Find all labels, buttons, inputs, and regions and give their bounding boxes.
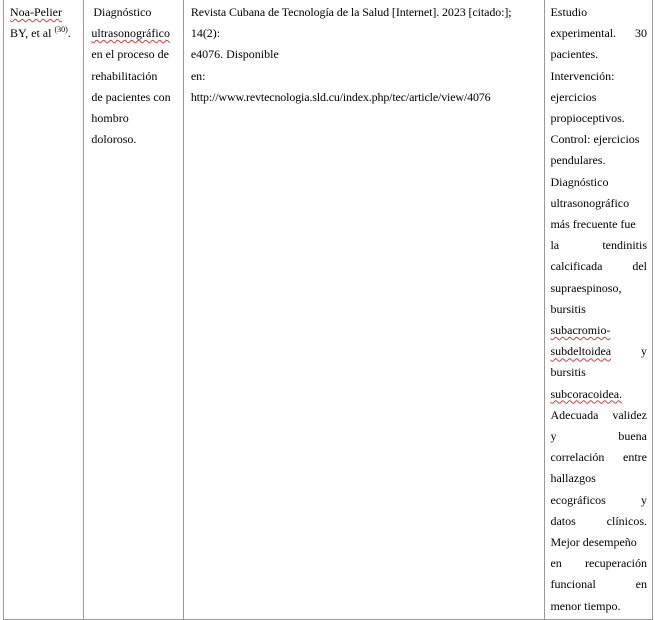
citation-cell: Revista Cubana de Tecnología de la Salud…	[182, 0, 546, 620]
summary-line: pendulares.	[550, 153, 606, 168]
title-line: ultrasonográfico	[91, 26, 170, 41]
summary-line: pacientes.	[550, 47, 599, 62]
title-line: de pacientes con	[91, 89, 171, 104]
citation-line: e4076. Disponible	[190, 47, 279, 62]
summary-line: experimental. 30	[550, 26, 647, 41]
author-name-part1: Noa-Pelier	[10, 5, 62, 19]
summary-line: propioceptivos.	[550, 111, 625, 126]
table-row: Noa-Pelier BY, et al (30). Diagnóstico u…	[2, 0, 653, 620]
summary-line: Mejor desempeño	[550, 535, 637, 550]
summary-line: calcificada del	[550, 259, 647, 274]
summary-line: bursitis	[550, 365, 586, 380]
summary-line: Intervención:	[550, 68, 615, 83]
summary-line: ejercicios	[550, 89, 597, 104]
summary-line: más frecuente fue	[550, 217, 636, 232]
reference-number: (30)	[54, 25, 68, 35]
summary-line: Adecuada validez	[550, 407, 647, 422]
literature-table: Noa-Pelier BY, et al (30). Diagnóstico u…	[2, 0, 653, 620]
summary-line: Diagnóstico	[550, 174, 609, 189]
author-punct: .	[67, 26, 71, 41]
title-cell: Diagnóstico ultrasonográfico en el proce…	[83, 0, 184, 620]
citation-line: Revista Cubana de Tecnología de la Salud…	[190, 5, 512, 19]
title-line: Diagnóstico	[93, 5, 152, 19]
title-line: doloroso.	[91, 132, 137, 147]
summary-line: correlación entre	[550, 450, 647, 465]
summary-line: subacromio-	[550, 323, 611, 338]
summary-cell: Estudio experimental. 30 pacientes. Inter…	[544, 0, 653, 620]
summary-line: Estudio	[550, 5, 588, 19]
summary-line: Control: ejercicios	[550, 132, 640, 147]
summary-line: ecográficos y	[550, 492, 647, 507]
summary-line: subcoracoidea.	[550, 386, 623, 401]
title-line: rehabilitación	[91, 68, 158, 83]
summary-line: ultrasonográfico	[550, 195, 630, 210]
summary-line: y buena	[550, 429, 647, 444]
summary-line: subdeltoidea y	[550, 344, 647, 359]
summary-line: en recuperación	[550, 556, 647, 571]
summary-line: la tendinitis	[550, 238, 647, 253]
summary-line: datos clínicos.	[550, 513, 647, 528]
author-name-part2: BY, et al	[10, 26, 52, 41]
citation-url-link[interactable]: http://www.revtecnologia.sld.cu/index.ph…	[191, 87, 543, 108]
citation-line: 14(2):	[190, 26, 221, 41]
author-cell: Noa-Pelier BY, et al (30).	[2, 0, 85, 620]
summary-line: hallazgos	[550, 471, 596, 486]
title-line: hombro	[91, 111, 129, 126]
summary-line: menor tiempo.	[550, 598, 621, 613]
summary-line: supraespinoso,	[550, 280, 622, 295]
summary-line: bursitis	[550, 301, 586, 316]
title-line: en el proceso de	[91, 47, 169, 62]
citation-line: en:	[190, 68, 206, 83]
summary-line: funcional en	[550, 577, 647, 592]
